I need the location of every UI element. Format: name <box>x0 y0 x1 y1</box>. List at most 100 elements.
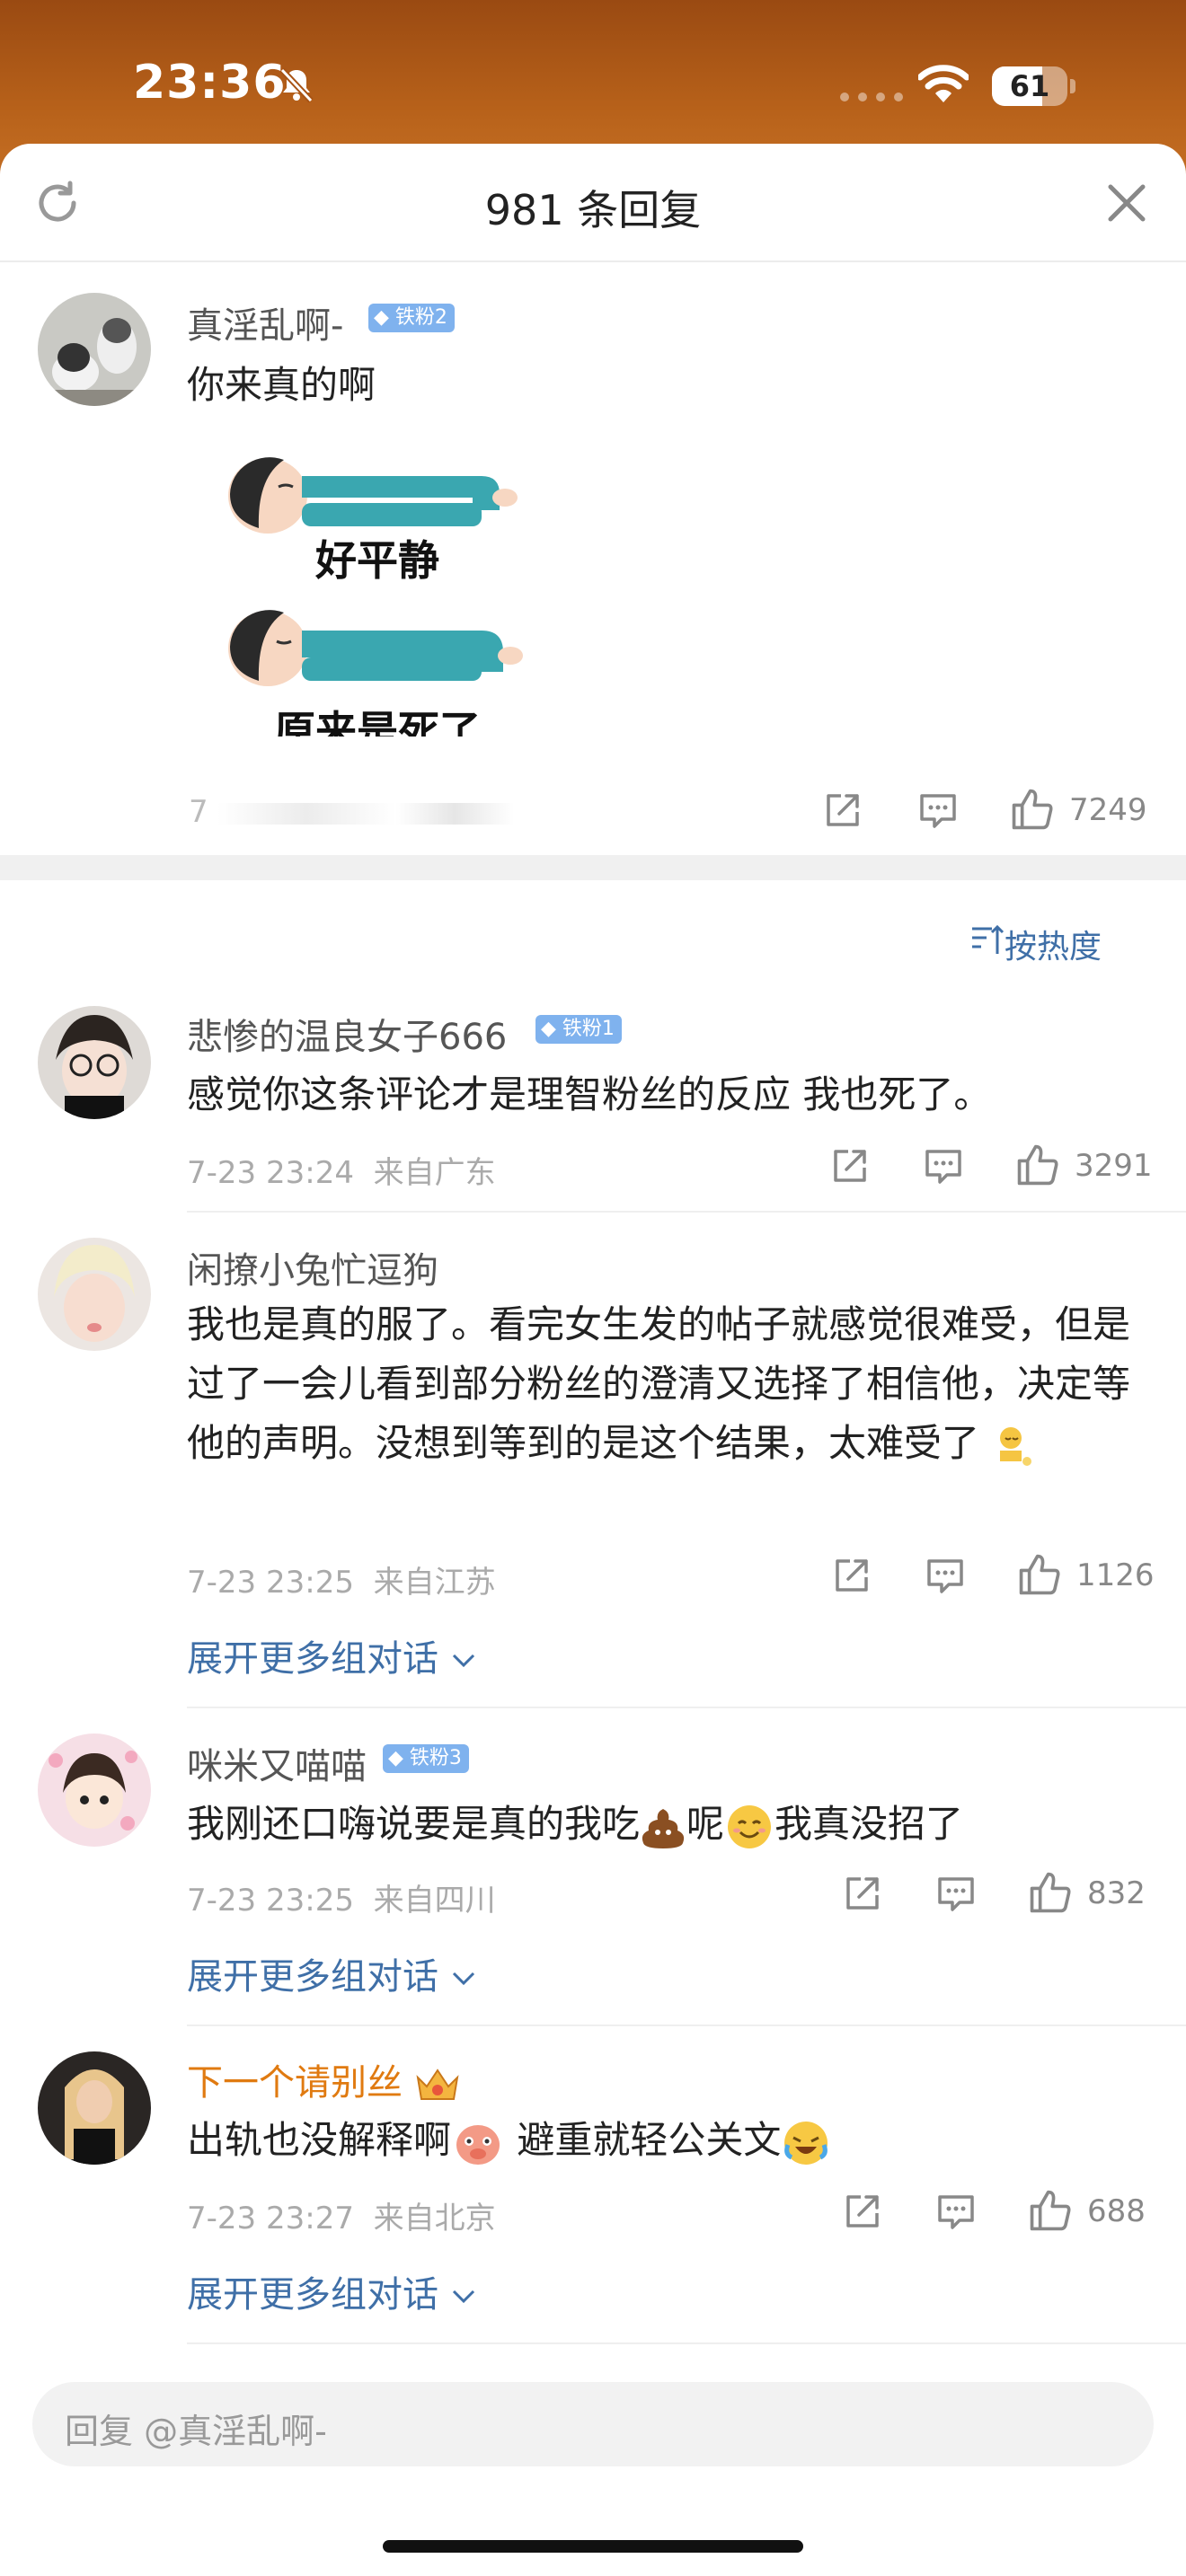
reply-text-body: 我也是真的服了。看完女生发的帖子就感觉很难受，但是过了一会儿看到部分粉丝的澄清又… <box>187 1302 1131 1465</box>
reply-username[interactable]: 咪米又喵喵 <box>187 1737 367 1789</box>
reply-username[interactable]: 悲惨的温良女子666 <box>187 1008 507 1060</box>
share-icon[interactable] <box>843 2192 882 2231</box>
avatar[interactable] <box>38 1238 151 1351</box>
reply-text-a: 出轨也没解释啊 <box>187 2118 452 2162</box>
divider <box>187 2025 1186 2026</box>
reply-meta: 7-23 23:27 来自北京 <box>187 2193 496 2237</box>
comment-icon[interactable] <box>936 2192 976 2231</box>
avatar[interactable] <box>38 1734 151 1847</box>
battery-indicator: 61 <box>992 66 1075 106</box>
signal-dots-icon <box>840 93 903 101</box>
chevron-down-icon <box>452 1972 474 1986</box>
like-count: 3291 <box>1075 1148 1153 1184</box>
fan-badge: ◆ 铁粉2 <box>368 304 455 332</box>
poop-emoji-icon <box>642 1808 685 1848</box>
comment-icon[interactable] <box>918 790 958 830</box>
reply-text-b: 避重就轻公关文 <box>517 2118 782 2162</box>
share-icon[interactable] <box>832 1556 872 1595</box>
reply-text-c: 我真没招了 <box>774 1802 964 1846</box>
reply-username[interactable]: 下一个请别丝 <box>187 2053 461 2105</box>
like-count: 832 <box>1087 1875 1146 1911</box>
page-title: 981 条回复 <box>484 186 702 234</box>
expand-label: 展开更多组对话 <box>187 2274 438 2316</box>
bell-muted-icon <box>279 67 314 103</box>
status-time: 23:36 <box>133 56 287 110</box>
reply-location: 来自江苏 <box>373 1565 496 1601</box>
reply-input[interactable]: 回复 @真淫乱啊- <box>32 2382 1154 2466</box>
reply-location: 来自北京 <box>373 2201 496 2236</box>
reply-text-a: 我刚还口嗨说要是真的我吃 <box>187 1802 641 1846</box>
reply-meta: 7-23 23:24 来自广东 <box>187 1148 496 1192</box>
avatar[interactable] <box>38 2051 151 2165</box>
like-icon[interactable] <box>1017 1552 1062 1597</box>
comment-icon[interactable] <box>924 1146 963 1186</box>
comment-icon[interactable] <box>936 1874 976 1913</box>
divider <box>187 1707 1186 1708</box>
reply-time: 7-23 23:27 <box>187 2201 354 2236</box>
chevron-down-icon <box>452 2289 474 2304</box>
reply-meta: 7-23 23:25 来自江苏 <box>187 1557 496 1601</box>
fan-badge-label: 铁粉3 <box>409 1747 462 1769</box>
reply-text: 我刚还口嗨说要是真的我吃 呢 我真没招了 <box>187 1795 1157 1854</box>
fan-badge: ◆ 铁粉1 <box>535 1015 622 1044</box>
reply-location: 来自广东 <box>373 1155 496 1191</box>
reply-text-b: 呢 <box>686 1802 725 1846</box>
like-icon[interactable] <box>1028 1870 1073 1915</box>
divider <box>187 1211 1186 1213</box>
reply-text: 我也是真的服了。看完女生发的帖子就感觉很难受，但是过了一会儿看到部分粉丝的澄清又… <box>187 1295 1157 1473</box>
comment-icon[interactable] <box>925 1556 965 1595</box>
like-icon[interactable] <box>1010 787 1055 832</box>
close-icon[interactable] <box>1103 180 1150 226</box>
comment-username[interactable]: 真淫乱啊- <box>187 296 343 348</box>
like-count: 7249 <box>1069 792 1147 828</box>
pig-emoji-icon <box>456 2124 500 2165</box>
wifi-icon <box>918 65 969 102</box>
expand-label: 展开更多组对话 <box>187 1956 438 1998</box>
share-icon[interactable] <box>830 1146 870 1186</box>
reply-location: 来自四川 <box>373 1883 496 1919</box>
like-count: 688 <box>1087 2193 1146 2229</box>
reply-meta: 7-23 23:25 来自四川 <box>187 1875 496 1919</box>
comment-text: 你来真的啊 <box>187 363 376 407</box>
blur-region <box>217 802 515 825</box>
reply-time: 7-23 23:25 <box>187 1565 354 1601</box>
sad-sitting-emoji-icon <box>1000 1426 1032 1466</box>
fan-badge: ◆ 铁粉3 <box>383 1744 469 1773</box>
expand-label: 展开更多组对话 <box>187 1638 438 1680</box>
reply-username-text: 下一个请别丝 <box>187 2062 403 2104</box>
sort-icon[interactable] <box>969 922 1005 957</box>
sort-by-hot-button[interactable]: 按热度 <box>1005 921 1102 967</box>
like-icon[interactable] <box>1028 2188 1073 2233</box>
comment-meta-text: 7 <box>189 794 208 830</box>
comment-meta-obscured: 7 <box>189 794 515 830</box>
fan-badge-label: 铁粉2 <box>394 306 447 329</box>
crown-badge-icon <box>416 2069 459 2100</box>
divider <box>187 2342 1186 2344</box>
reply-username[interactable]: 闲撩小兔忙逗狗 <box>187 1241 438 1293</box>
share-icon[interactable] <box>843 1874 882 1913</box>
replies-sheet: 981 条回复 真淫乱啊- ◆ 铁粉2 你来真的啊 好平静 原来是死了 7 72… <box>0 144 1186 2576</box>
share-icon[interactable] <box>823 790 863 830</box>
reply-input-placeholder: 回复 @真淫乱啊- <box>65 2412 327 2451</box>
chevron-down-icon <box>452 1654 474 1668</box>
like-count: 1126 <box>1076 1557 1155 1593</box>
crying-laugh-emoji-icon <box>784 2121 828 2165</box>
sticker-image[interactable]: 好平静 原来是死了 <box>225 440 584 737</box>
expand-conversation-link[interactable]: 展开更多组对话 <box>187 1629 477 1681</box>
avatar[interactable] <box>38 293 151 406</box>
battery-level: 61 <box>1009 69 1050 103</box>
reply-text: 感觉你这条评论才是理智粉丝的反应 我也死了。 <box>187 1072 992 1116</box>
reply-text: 出轨也没解释啊 避重就轻公关文 <box>187 2111 1157 2170</box>
sticker-caption-2: 原来是死了 <box>274 707 481 737</box>
expand-conversation-link[interactable]: 展开更多组对话 <box>187 2265 477 2317</box>
expand-conversation-link[interactable]: 展开更多组对话 <box>187 1947 477 1999</box>
home-indicator[interactable] <box>383 2540 803 2553</box>
fan-badge-label: 铁粉1 <box>562 1018 615 1040</box>
section-divider <box>0 855 1186 880</box>
avatar[interactable] <box>38 1006 151 1119</box>
smile-emoji-icon <box>728 1804 772 1848</box>
sticker-caption-1: 好平静 <box>314 536 439 585</box>
sheet-header: 981 条回复 <box>0 144 1186 262</box>
like-icon[interactable] <box>1015 1142 1060 1187</box>
status-bar: 23:36 61 <box>0 0 1186 153</box>
